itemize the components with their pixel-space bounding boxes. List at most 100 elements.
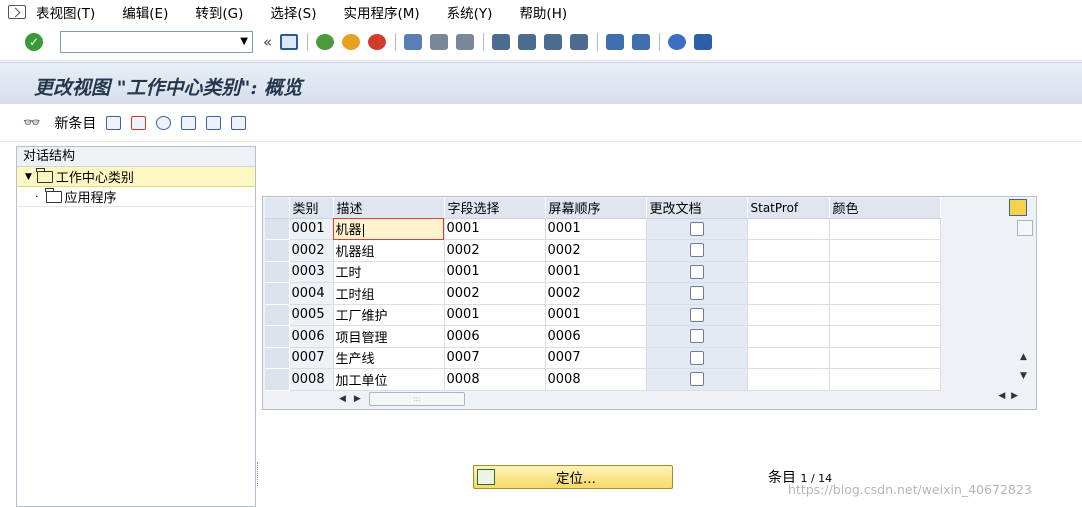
back-icon[interactable] (316, 34, 335, 50)
column-header-description[interactable]: 描述 (333, 198, 445, 219)
delete-icon[interactable] (131, 115, 147, 130)
cell-description-input[interactable]: 机器组 (333, 239, 445, 262)
cell-description-input[interactable]: 项目管理 (333, 325, 445, 348)
cell-screen-sequence-input[interactable]: 0008 (545, 368, 647, 391)
vertical-scrollbar[interactable]: ▲ ▼ (1014, 219, 1036, 389)
splitter-grip[interactable] (257, 462, 260, 486)
menu-help[interactable]: 帮助(H) (519, 2, 567, 22)
menu-selection[interactable]: 选择(S) (270, 2, 316, 22)
change-document-checkbox[interactable] (689, 350, 704, 365)
cell-statprof-input[interactable] (747, 304, 830, 326)
cell-screen-sequence-input[interactable]: 0002 (545, 239, 647, 262)
cell-statprof-input[interactable] (747, 282, 830, 305)
command-field[interactable]: ▼ (60, 31, 253, 53)
cell-statprof-input[interactable] (747, 368, 830, 391)
last-page-icon[interactable] (570, 34, 589, 50)
horizontal-scroll-thumb[interactable]: ::: (368, 392, 465, 406)
table-row[interactable]: 0008 加工单位 0008 0008 (265, 368, 941, 391)
table-row[interactable]: 0006 项目管理 0006 0006 (265, 325, 941, 348)
previous-page-icon[interactable] (518, 34, 537, 50)
cell-screen-sequence-input[interactable]: 0001 (545, 218, 647, 240)
cell-field-selection-input[interactable]: 0002 (444, 282, 546, 305)
cell-statprof-input[interactable] (747, 239, 830, 262)
cell-field-selection-input[interactable]: 0001 (444, 304, 546, 326)
row-selector[interactable] (265, 347, 290, 369)
exit-icon[interactable] (342, 34, 361, 50)
cell-statprof-input[interactable] (747, 218, 830, 240)
find-next-icon[interactable] (456, 34, 475, 50)
cell-description-input[interactable]: 工时组 (333, 282, 445, 305)
select-all-column-header[interactable] (265, 198, 290, 219)
menu-utilities[interactable]: 实用程序(M) (343, 2, 419, 22)
layout-menu-icon[interactable] (694, 34, 713, 50)
cell-description-input[interactable]: 机器 (333, 218, 445, 240)
menu-icon[interactable] (8, 5, 26, 19)
row-selector[interactable] (265, 304, 290, 326)
tree-node-application[interactable]: · 应用程序 (17, 187, 255, 207)
cell-field-selection-input[interactable]: 0001 (444, 218, 546, 240)
find-icon[interactable] (430, 34, 449, 50)
cell-color-input[interactable] (829, 304, 941, 326)
table-row[interactable]: 0004 工时组 0002 0002 (265, 282, 941, 305)
change-document-checkbox[interactable] (689, 307, 704, 322)
table-row[interactable]: 0007 生产线 0007 0007 (265, 347, 941, 369)
row-selector[interactable] (265, 261, 290, 283)
cell-screen-sequence-input[interactable]: 0007 (545, 347, 647, 369)
new-session-icon[interactable] (606, 34, 625, 50)
column-scroll-arrows[interactable]: ◀ ▶ (998, 391, 1018, 401)
dropdown-arrow-icon[interactable]: ▼ (240, 36, 248, 47)
vertical-scroll-thumb[interactable] (1017, 220, 1033, 236)
change-document-checkbox[interactable] (689, 243, 704, 258)
cell-field-selection-input[interactable]: 0002 (444, 239, 546, 262)
deselect-all-icon[interactable] (231, 115, 247, 130)
next-page-icon[interactable] (544, 34, 563, 50)
cell-field-selection-input[interactable]: 0006 (444, 325, 546, 348)
select-all-icon[interactable] (181, 115, 197, 130)
new-entries-button[interactable]: 新条目 (54, 113, 96, 133)
shortcut-icon[interactable] (632, 34, 651, 50)
locate-button[interactable]: 定位... (473, 465, 673, 489)
column-header-screen-sequence[interactable]: 屏幕顺序 (545, 198, 647, 219)
cell-field-selection-input[interactable]: 0008 (444, 368, 546, 391)
change-document-checkbox[interactable] (689, 264, 704, 279)
column-header-statprof[interactable]: StatProf (747, 198, 830, 219)
change-document-checkbox[interactable] (689, 286, 704, 301)
undo-change-icon[interactable] (156, 115, 172, 130)
horizontal-scrollbar[interactable]: ◀ ▶ ::: (339, 391, 479, 407)
save-icon[interactable] (280, 34, 299, 50)
cell-statprof-input[interactable] (747, 347, 830, 369)
table-settings-icon[interactable] (1009, 199, 1027, 216)
column-header-field-selection[interactable]: 字段选择 (444, 198, 546, 219)
menu-goto[interactable]: 转到(G) (195, 2, 243, 22)
cell-screen-sequence-input[interactable]: 0001 (545, 261, 647, 283)
row-selector[interactable] (265, 282, 290, 305)
column-header-change-document[interactable]: 更改文档 (646, 198, 748, 219)
cell-color-input[interactable] (829, 218, 941, 240)
enter-check-icon[interactable]: ✓ (25, 33, 43, 51)
first-page-icon[interactable] (492, 34, 511, 50)
copy-as-icon[interactable] (106, 115, 122, 130)
table-row[interactable]: 0003 工时 0001 0001 (265, 261, 941, 283)
scroll-left-icon[interactable]: ◀ (339, 394, 346, 404)
expand-triangle-icon[interactable]: ▼ (25, 172, 32, 182)
change-document-checkbox[interactable] (689, 372, 704, 387)
collapse-toolbar-icon[interactable]: « (263, 33, 272, 51)
change-document-checkbox[interactable] (689, 329, 704, 344)
cell-color-input[interactable] (829, 325, 941, 348)
tree-node-work-center-category[interactable]: ▼ 工作中心类别 (17, 167, 255, 187)
row-selector[interactable] (265, 368, 290, 391)
cell-field-selection-input[interactable]: 0001 (444, 261, 546, 283)
cell-description-input[interactable]: 生产线 (333, 347, 445, 369)
cell-color-input[interactable] (829, 347, 941, 369)
scroll-right-icon[interactable]: ▶ (354, 394, 361, 404)
cell-screen-sequence-input[interactable]: 0001 (545, 304, 647, 326)
change-document-checkbox[interactable] (689, 221, 704, 236)
column-header-color[interactable]: 颜色 (829, 198, 941, 219)
row-selector[interactable] (265, 218, 290, 240)
help-icon[interactable] (668, 34, 687, 50)
row-selector[interactable] (265, 239, 290, 262)
cell-color-input[interactable] (829, 261, 941, 283)
cell-statprof-input[interactable] (747, 261, 830, 283)
table-row[interactable]: 0001 机器 0001 0001 (265, 218, 941, 240)
menu-edit[interactable]: 编辑(E) (122, 2, 168, 22)
